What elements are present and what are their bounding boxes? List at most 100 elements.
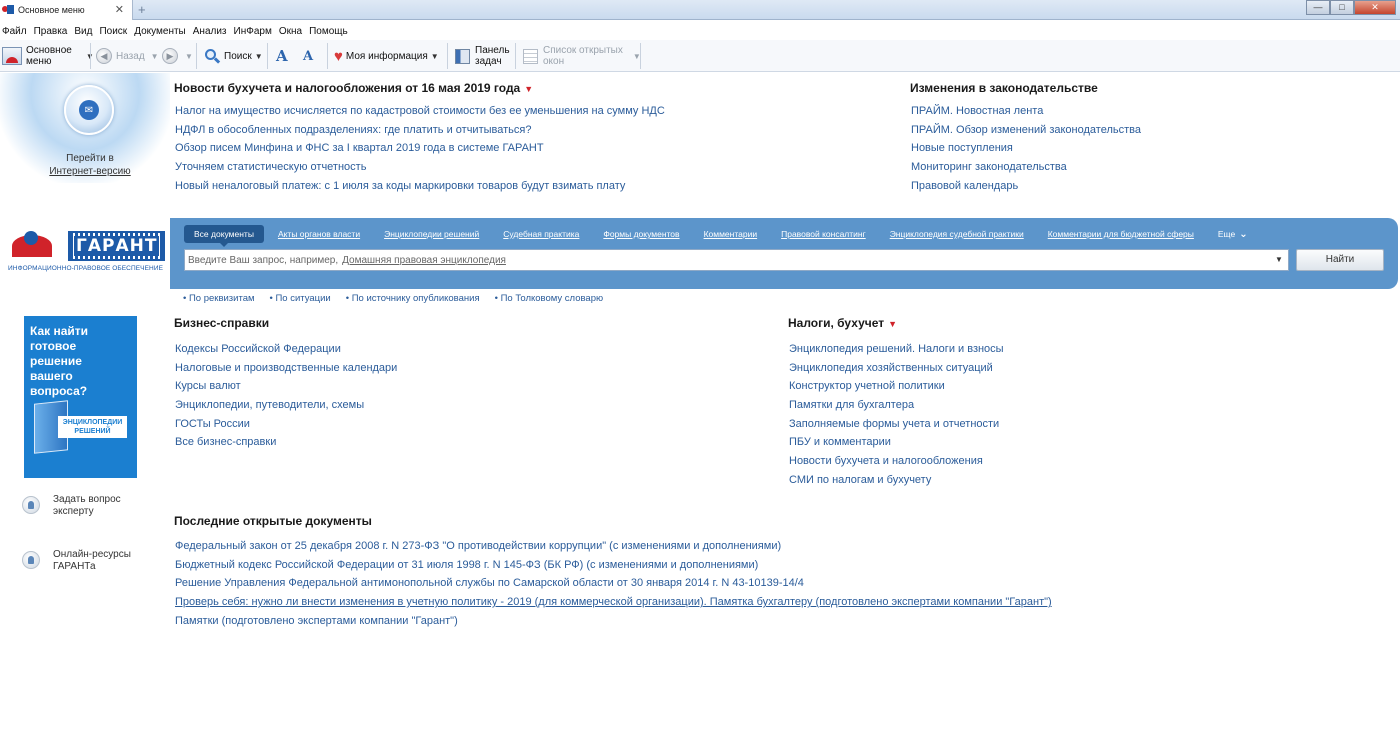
back-dropdown-icon[interactable]: ▼	[151, 52, 159, 61]
ask-expert-link[interactable]: Задать вопрос эксперту	[22, 494, 121, 518]
law-changes-link[interactable]: Новые поступления	[911, 142, 1013, 154]
menu-edit[interactable]: Правка	[34, 26, 68, 37]
business-link[interactable]: ГОСТы России	[175, 418, 250, 430]
toolbar-divider	[327, 43, 328, 69]
task-panel-label-line1: Панель	[475, 45, 510, 56]
tab-document-forms[interactable]: Формы документов	[603, 229, 679, 239]
tab-comments[interactable]: Комментарии	[704, 229, 758, 239]
search-by-links: • По реквизитам • По ситуации • По источ…	[183, 293, 618, 304]
search-input[interactable]: Введите Ваш запрос, например, Домашняя п…	[184, 249, 1289, 271]
list-item: Решение Управления Федеральной антимоноп…	[175, 574, 1052, 593]
business-link[interactable]: Энциклопедии, путеводители, схемы	[175, 399, 364, 411]
garant-emblem-icon: ✉	[79, 100, 99, 120]
recent-document-link[interactable]: Решение Управления Федеральной антимоноп…	[175, 577, 804, 589]
maximize-button[interactable]: □	[1330, 0, 1354, 15]
search-by-requisites-link[interactable]: • По реквизитам	[183, 293, 255, 304]
my-info-button[interactable]: ♥ Моя информация ▼	[334, 42, 439, 70]
list-item: Энциклопедия решений. Налоги и взносы	[789, 340, 1004, 359]
news-link[interactable]: Уточняем статистическую отчетность	[175, 161, 366, 173]
ask-expert-line2: эксперту	[53, 506, 94, 517]
list-item: Проверь себя: нужно ли внести изменения …	[175, 593, 1052, 612]
recent-document-link[interactable]: Федеральный закон от 25 декабря 2008 г. …	[175, 540, 781, 552]
toolbar: Основное меню ▼ ◀ Назад ▼ ▶ ▼ Поиск ▼ A …	[0, 40, 1400, 72]
online-resources-link[interactable]: Онлайн-ресурсы ГАРАНТа	[22, 549, 131, 573]
tab-court-practice[interactable]: Судебная практика	[503, 229, 579, 239]
tab-legal-consulting[interactable]: Правовой консалтинг	[781, 229, 866, 239]
business-link[interactable]: Курсы валют	[175, 380, 241, 392]
taxes-link[interactable]: ПБУ и комментарии	[789, 436, 891, 448]
taxes-link[interactable]: СМИ по налогам и бухучету	[789, 474, 931, 486]
news-link[interactable]: Налог на имущество исчисляется по кадаст…	[175, 105, 665, 117]
menu-view[interactable]: Вид	[74, 26, 92, 37]
news-section-title[interactable]: Новости бухучета и налогообложения от 16…	[174, 81, 533, 95]
search-by-source-link[interactable]: • По источнику опубликования	[346, 293, 480, 304]
decrease-font-button[interactable]: A	[303, 42, 313, 70]
back-button[interactable]: ◀ Назад ▼	[96, 42, 159, 70]
list-item: Энциклопедии, путеводители, схемы	[175, 396, 397, 415]
task-panel-button[interactable]: Панель задач	[455, 42, 510, 70]
tab-close-icon[interactable]: ✕	[115, 3, 124, 16]
tab-more[interactable]: Еще	[1218, 229, 1235, 239]
promo-book-line2: РЕШЕНИЙ	[74, 428, 111, 435]
tab-court-practice-encyclopedia[interactable]: Энциклопедия судебной практики	[890, 229, 1024, 239]
main-menu-button[interactable]: Основное меню ▼	[2, 42, 94, 70]
law-changes-title: Изменения в законодательстве	[910, 81, 1098, 95]
taxes-link[interactable]: Энциклопедия решений. Налоги и взносы	[789, 343, 1004, 355]
increase-font-button[interactable]: A	[276, 42, 288, 70]
taxes-link[interactable]: Энциклопедия хозяйственных ситуаций	[789, 362, 993, 374]
search-by-situation-link[interactable]: • По ситуации	[270, 293, 331, 304]
taxes-link[interactable]: Памятки для бухгалтера	[789, 399, 914, 411]
menu-analysis[interactable]: Анализ	[193, 26, 227, 37]
open-windows-button[interactable]: Список открытых окон ▼	[523, 42, 641, 70]
search-history-dropdown-icon[interactable]: ▼	[1272, 253, 1286, 267]
list-item: Бюджетный кодекс Российской Федерации от…	[175, 556, 1052, 575]
minimize-button[interactable]: —	[1306, 0, 1330, 15]
news-link[interactable]: НДФЛ в обособленных подразделениях: где …	[175, 124, 531, 136]
window-tab-main-menu[interactable]: Основное меню ✕	[0, 0, 133, 20]
taxes-section-title[interactable]: Налоги, бухучет ▼	[788, 316, 897, 330]
back-label: Назад	[116, 50, 145, 62]
tab-authority-acts[interactable]: Акты органов власти	[278, 229, 360, 239]
menu-windows[interactable]: Окна	[279, 26, 302, 37]
chevron-down-icon[interactable]: ⌄	[1239, 229, 1247, 240]
search-example-link[interactable]: Домашняя правовая энциклопедия	[342, 255, 506, 266]
new-tab-icon[interactable]: +	[138, 2, 146, 17]
recent-document-link[interactable]: Памятки (подготовлено экспертами компани…	[175, 615, 458, 627]
news-list: Налог на имущество исчисляется по кадаст…	[175, 102, 665, 195]
law-changes-link[interactable]: Мониторинг законодательства	[911, 161, 1067, 173]
law-changes-link[interactable]: ПРАЙМ. Обзор изменений законодательства	[911, 124, 1141, 136]
tab-all-documents[interactable]: Все документы	[184, 225, 264, 247]
garant-logo-mark-icon	[8, 229, 64, 261]
taxes-link[interactable]: Конструктор учетной политики	[789, 380, 945, 392]
search-button[interactable]: Поиск ▼	[205, 42, 263, 70]
chevron-down-icon[interactable]: ▼	[524, 84, 533, 94]
tab-budget-comments[interactable]: Комментарии для бюджетной сферы	[1048, 229, 1194, 239]
search-dropdown-icon[interactable]: ▼	[255, 52, 263, 61]
forward-button[interactable]: ▶ ▼	[162, 42, 193, 70]
law-changes-link[interactable]: ПРАЙМ. Новостная лента	[911, 105, 1043, 117]
close-window-button[interactable]: ✕	[1354, 0, 1396, 15]
internet-version-link[interactable]: Перейти в Интернет-версию	[0, 152, 180, 178]
forward-dropdown-icon[interactable]: ▼	[185, 52, 193, 61]
business-link[interactable]: Налоговые и производственные календари	[175, 362, 397, 374]
business-link[interactable]: Все бизнес-справки	[175, 436, 276, 448]
menu-file[interactable]: Файл	[2, 26, 27, 37]
recent-document-link[interactable]: Проверь себя: нужно ли внести изменения …	[175, 596, 1052, 608]
encyclopedia-promo-banner[interactable]: Как найти готовое решение вашего вопроса…	[24, 316, 137, 478]
search-by-dictionary-link[interactable]: • По Толковому словарю	[495, 293, 604, 304]
chevron-down-icon[interactable]: ▼	[888, 319, 897, 329]
news-link[interactable]: Новый неналоговый платеж: с 1 июля за ко…	[175, 180, 625, 192]
find-button[interactable]: Найти	[1296, 249, 1384, 271]
menu-documents[interactable]: Документы	[134, 26, 186, 37]
recent-document-link[interactable]: Бюджетный кодекс Российской Федерации от…	[175, 559, 758, 571]
business-link[interactable]: Кодексы Российской Федерации	[175, 343, 341, 355]
taxes-link[interactable]: Новости бухучета и налогообложения	[789, 455, 983, 467]
tab-solution-encyclopedias[interactable]: Энциклопедии решений	[384, 229, 479, 239]
law-changes-link[interactable]: Правовой календарь	[911, 180, 1018, 192]
news-link[interactable]: Обзор писем Минфина и ФНС за I квартал 2…	[175, 142, 544, 154]
menu-infarm[interactable]: ИнФарм	[234, 26, 272, 37]
taxes-link[interactable]: Заполняемые формы учета и отчетности	[789, 418, 999, 430]
menu-search[interactable]: Поиск	[99, 26, 127, 37]
my-info-dropdown-icon[interactable]: ▼	[431, 52, 439, 61]
menu-help[interactable]: Помощь	[309, 26, 348, 37]
